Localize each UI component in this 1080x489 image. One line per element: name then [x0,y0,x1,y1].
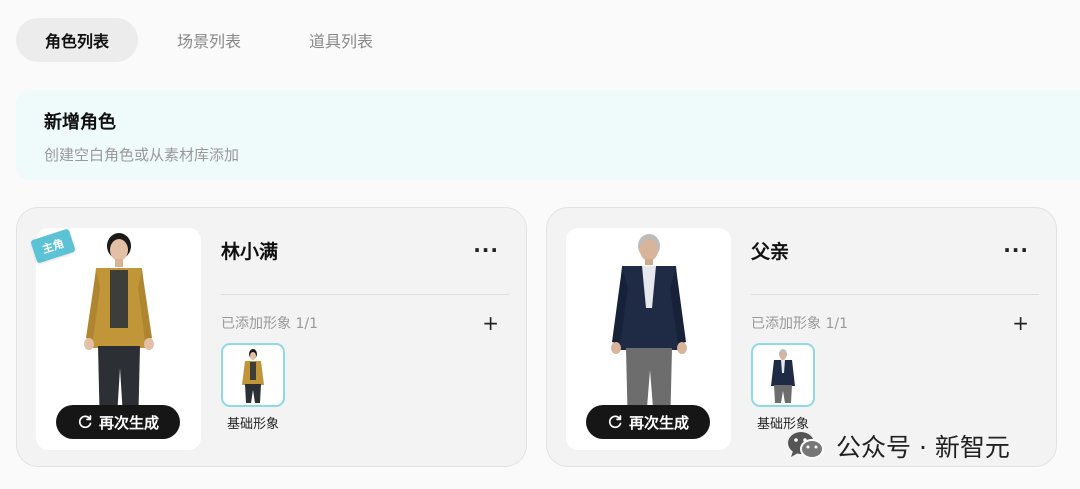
character-name: 林小满 [221,240,279,263]
character-name: 父亲 [751,240,790,263]
tab-characters[interactable]: 角色列表 [16,18,139,62]
banner-title: 新增角色 [44,112,116,133]
tab-bar: 角色列表 场景列表 道具列表 [16,18,412,62]
add-appearance-icon[interactable]: + [1002,311,1039,335]
appearance-thumbnail-image [242,349,264,403]
refresh-icon [608,415,622,429]
character-portrait: 再次生成 [36,228,201,450]
appearance-label: 基础形象 [226,417,279,432]
added-appearance-count: 已添加形象 1/1 [751,316,848,332]
wechat-icon [788,432,824,459]
page: 角色列表 场景列表 道具列表 新增角色 创建空白角色或从素材库添加 再次生成 主… [0,0,1080,489]
more-options-icon[interactable]: ··· [993,238,1039,262]
character-info: 林小满 ··· 已添加形象 1/1 + 基础形象 [221,228,509,432]
appearance-thumbnail[interactable] [221,343,285,407]
divider [751,294,1039,295]
regenerate-label: 再次生成 [98,413,159,432]
character-card: 再次生成 主角 林小满 ··· 已添加形象 1/1 + 基础形象 [16,207,527,467]
add-character-banner[interactable]: 新增角色 创建空白角色或从素材库添加 [16,90,1080,180]
added-appearance-count: 已添加形象 1/1 [221,316,318,332]
regenerate-button[interactable]: 再次生成 [586,405,710,439]
refresh-icon [78,415,92,429]
regenerate-label: 再次生成 [628,413,689,432]
watermark-text: 公众号 · 新智元 [836,433,1010,462]
add-appearance-icon[interactable]: + [472,311,509,335]
watermark: 公众号 · 新智元 [786,428,1010,464]
character-info: 父亲 ··· 已添加形象 1/1 + 基础形象 [751,228,1039,432]
tab-props[interactable]: 道具列表 [280,18,402,62]
appearance-thumbnail[interactable] [751,343,815,407]
character-portrait: 再次生成 [566,228,731,450]
divider [221,294,509,295]
more-options-icon[interactable]: ··· [463,238,509,262]
banner-subtitle: 创建空白角色或从素材库添加 [44,146,240,164]
appearance-thumbnail-image [771,349,795,403]
regenerate-button[interactable]: 再次生成 [56,405,180,439]
tab-scenes[interactable]: 场景列表 [148,18,270,62]
